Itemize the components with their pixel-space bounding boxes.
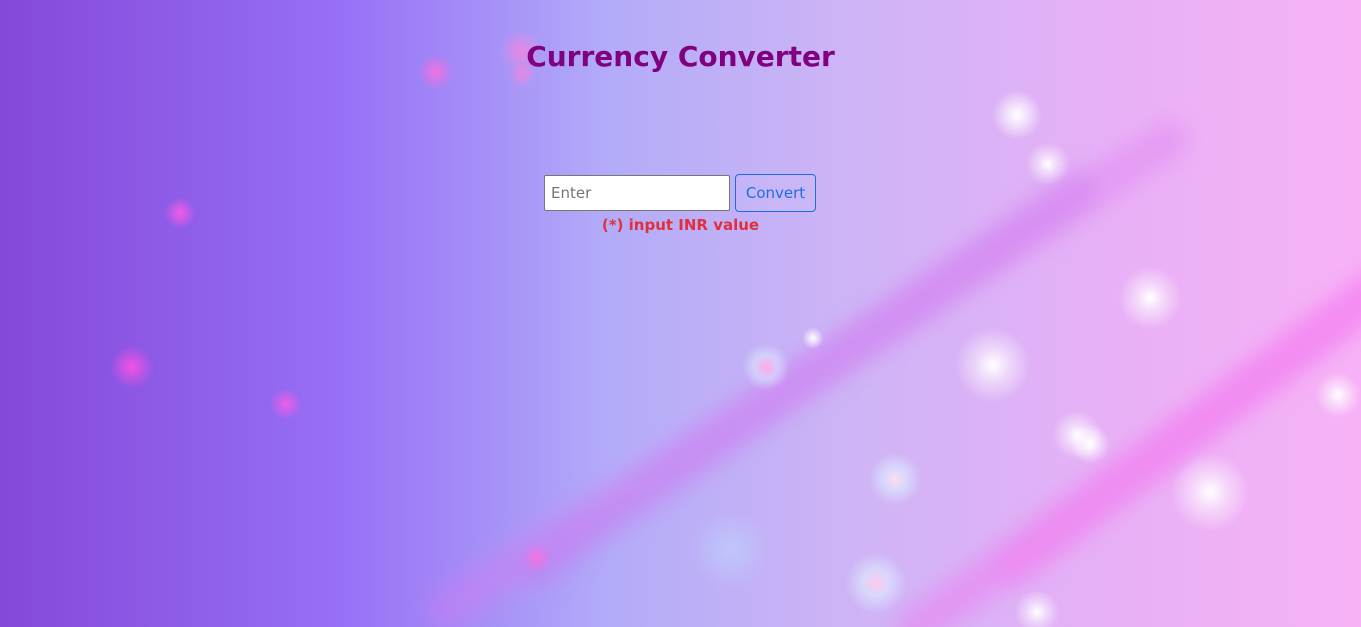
input-hint: (*) input INR value bbox=[601, 216, 760, 234]
converter-form: Convert bbox=[544, 174, 816, 212]
page: Currency Converter Convert (*) input INR… bbox=[0, 0, 1361, 627]
background-decoration bbox=[0, 0, 1361, 627]
convert-button[interactable]: Convert bbox=[735, 174, 816, 212]
page-title: Currency Converter bbox=[526, 40, 835, 73]
amount-input[interactable] bbox=[544, 175, 730, 211]
